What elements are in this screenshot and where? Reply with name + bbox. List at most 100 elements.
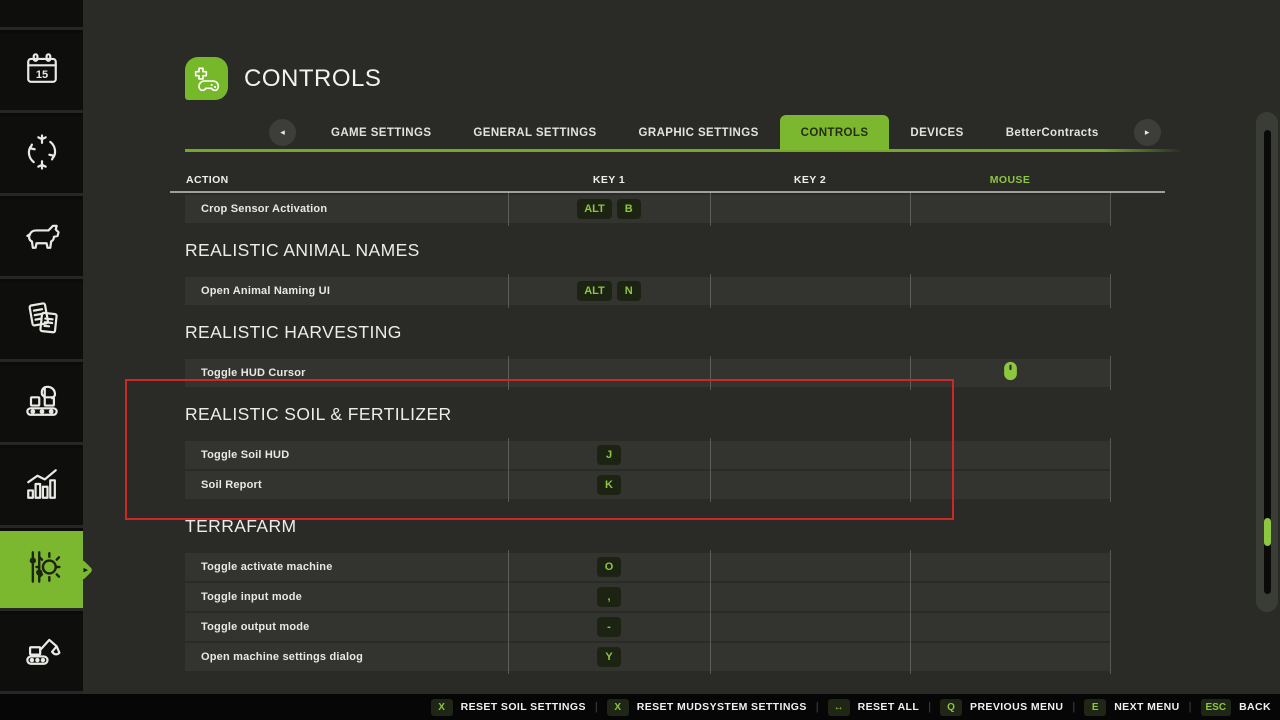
left-sidebar: 15 ▸ — [0, 0, 83, 694]
header-separator — [170, 191, 1165, 193]
footer-keycap: E — [1084, 699, 1106, 716]
key1-cell[interactable]: ALTN — [508, 281, 710, 301]
column-separator — [710, 274, 711, 308]
footer-action-reset-all[interactable]: ↔ RESET ALL — [828, 699, 920, 716]
keycap: ALT — [577, 199, 612, 219]
section-title: REALISTIC SOIL & FERTILIZER — [185, 404, 1110, 425]
key1-cell[interactable]: - — [508, 617, 710, 637]
key1-cell[interactable]: ALTB — [508, 199, 710, 219]
scrollbar-thumb[interactable] — [1264, 518, 1271, 546]
keycap: , — [597, 587, 621, 607]
key1-cell[interactable]: J — [508, 445, 710, 465]
control-row[interactable]: Open Animal Naming UIALTN — [185, 277, 1110, 305]
footer-divider: | — [595, 701, 598, 713]
tab-game-settings[interactable]: GAME SETTINGS — [310, 115, 452, 150]
column-separator — [1110, 192, 1111, 226]
footer-action-back[interactable]: ESC BACK — [1201, 699, 1272, 716]
sidebar-item-crop-rotation[interactable] — [0, 116, 83, 196]
action-label: Toggle HUD Cursor — [185, 367, 508, 379]
column-header-mouse: MOUSE — [910, 174, 1110, 186]
tab-bettercontracts[interactable]: BetterContracts — [985, 115, 1120, 150]
footer-label: RESET SOIL SETTINGS — [461, 701, 586, 713]
keycap: - — [597, 617, 621, 637]
tabs-prev-button[interactable]: ◂ — [269, 119, 296, 146]
column-separator — [910, 274, 911, 308]
tab-graphic-settings[interactable]: GRAPHIC SETTINGS — [618, 115, 780, 150]
scrollbar-track[interactable] — [1264, 130, 1271, 594]
footer-label: PREVIOUS MENU — [970, 701, 1063, 713]
footer-keycap: ESC — [1201, 699, 1232, 716]
footer-label: RESET ALL — [858, 701, 920, 713]
keycap: K — [597, 475, 621, 495]
settings-icon — [20, 545, 64, 594]
control-row[interactable]: Toggle output mode- — [185, 613, 1110, 641]
active-notch: ▸ — [83, 564, 88, 575]
keycap: O — [597, 557, 621, 577]
control-row[interactable]: Toggle HUD Cursor — [185, 359, 1110, 387]
sidebar-item-map[interactable] — [0, 0, 83, 30]
sidebar-item-settings[interactable]: ▸ — [0, 531, 83, 611]
footer-keycap: ↔ — [828, 699, 850, 716]
crop-rotation-icon — [20, 130, 64, 179]
footer-divider: | — [928, 701, 931, 713]
key1-cell[interactable]: O — [508, 557, 710, 577]
footer-label: BACK — [1239, 701, 1271, 713]
footer-divider: | — [1072, 701, 1075, 713]
sidebar-item-calendar[interactable]: 15 — [0, 33, 83, 113]
control-row[interactable]: Toggle input mode, — [185, 583, 1110, 611]
section-rows: Crop Sensor ActivationALTB — [185, 195, 1110, 223]
key1-cell[interactable]: K — [508, 475, 710, 495]
keycap: ALT — [577, 281, 612, 301]
control-row[interactable]: Toggle activate machineO — [185, 553, 1110, 581]
animals-icon — [20, 213, 64, 262]
controls-settings-screen: 15 ▸ CONTROLS ◂ GAME SETTINGSGENERAL SETTI… — [0, 0, 1280, 720]
footer-action-reset-mudsystem-settings[interactable]: XRESET MUDSYSTEM SETTINGS — [607, 699, 807, 716]
footer-keybar: X RESET SOIL SETTINGS | XRESET MUDSYSTEM SE… — [0, 694, 1280, 720]
tab-general-settings[interactable]: GENERAL SETTINGS — [452, 115, 617, 150]
sidebar-item-construction[interactable] — [0, 614, 83, 694]
control-row[interactable]: Toggle Soil HUDJ — [185, 441, 1110, 469]
scrollbar — [1256, 112, 1278, 612]
section-rows: Toggle Soil HUDJSoil ReportK — [185, 441, 1110, 499]
column-separator — [508, 356, 509, 390]
tab-controls[interactable]: CONTROLS — [780, 115, 890, 150]
mouse-cell[interactable] — [910, 361, 1110, 386]
section-rows: Open Animal Naming UIALTN — [185, 277, 1110, 305]
column-separator — [1110, 274, 1111, 308]
tab-devices[interactable]: DEVICES — [889, 115, 984, 150]
mouse-icon — [1003, 361, 1018, 386]
tabs-next-button[interactable]: ▸ — [1134, 119, 1161, 146]
control-row[interactable]: Open machine settings dialogY — [185, 643, 1110, 671]
column-separator — [910, 438, 911, 502]
construction-icon — [20, 628, 64, 677]
control-row[interactable]: Crop Sensor ActivationALTB — [185, 195, 1110, 223]
section-title: TERRAFARM — [185, 516, 1110, 537]
section-rows: Toggle activate machineOToggle input mod… — [185, 553, 1110, 671]
footer-keycap: X — [431, 699, 453, 716]
footer-keycap: X — [607, 699, 629, 716]
svg-text:15: 15 — [35, 69, 47, 81]
footer-action-reset-soil-settings[interactable]: X RESET SOIL SETTINGS — [431, 699, 586, 716]
keycap: N — [617, 281, 641, 301]
sidebar-item-statistics[interactable] — [0, 448, 83, 528]
sidebar-item-contracts[interactable] — [0, 282, 83, 362]
sidebar-item-animals[interactable] — [0, 199, 83, 279]
keycap: B — [617, 199, 641, 219]
column-separator — [710, 356, 711, 390]
section-title: REALISTIC ANIMAL NAMES — [185, 240, 1110, 261]
column-separator — [910, 192, 911, 226]
key1-cell[interactable]: Y — [508, 647, 710, 667]
map-icon — [20, 0, 64, 13]
statistics-icon — [20, 462, 64, 511]
column-separator — [508, 550, 509, 674]
contracts-icon — [20, 296, 64, 345]
footer-action-next-menu[interactable]: ENEXT MENU — [1084, 699, 1179, 716]
column-separator — [508, 274, 509, 308]
sidebar-item-production[interactable] — [0, 365, 83, 445]
footer-action-previous-menu[interactable]: QPREVIOUS MENU — [940, 699, 1063, 716]
keycap: Y — [597, 647, 621, 667]
action-label: Toggle Soil HUD — [185, 449, 508, 461]
control-row[interactable]: Soil ReportK — [185, 471, 1110, 499]
key1-cell[interactable]: , — [508, 587, 710, 607]
section-rows: Toggle HUD Cursor — [185, 359, 1110, 387]
